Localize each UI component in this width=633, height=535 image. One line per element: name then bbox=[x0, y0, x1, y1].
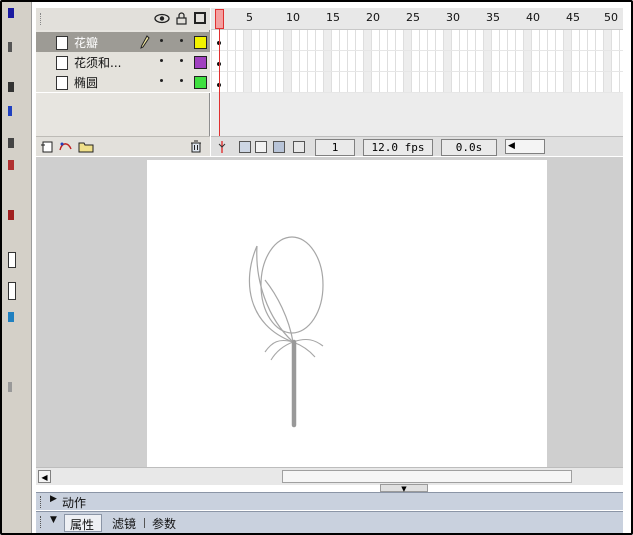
window-frame bbox=[0, 0, 633, 535]
